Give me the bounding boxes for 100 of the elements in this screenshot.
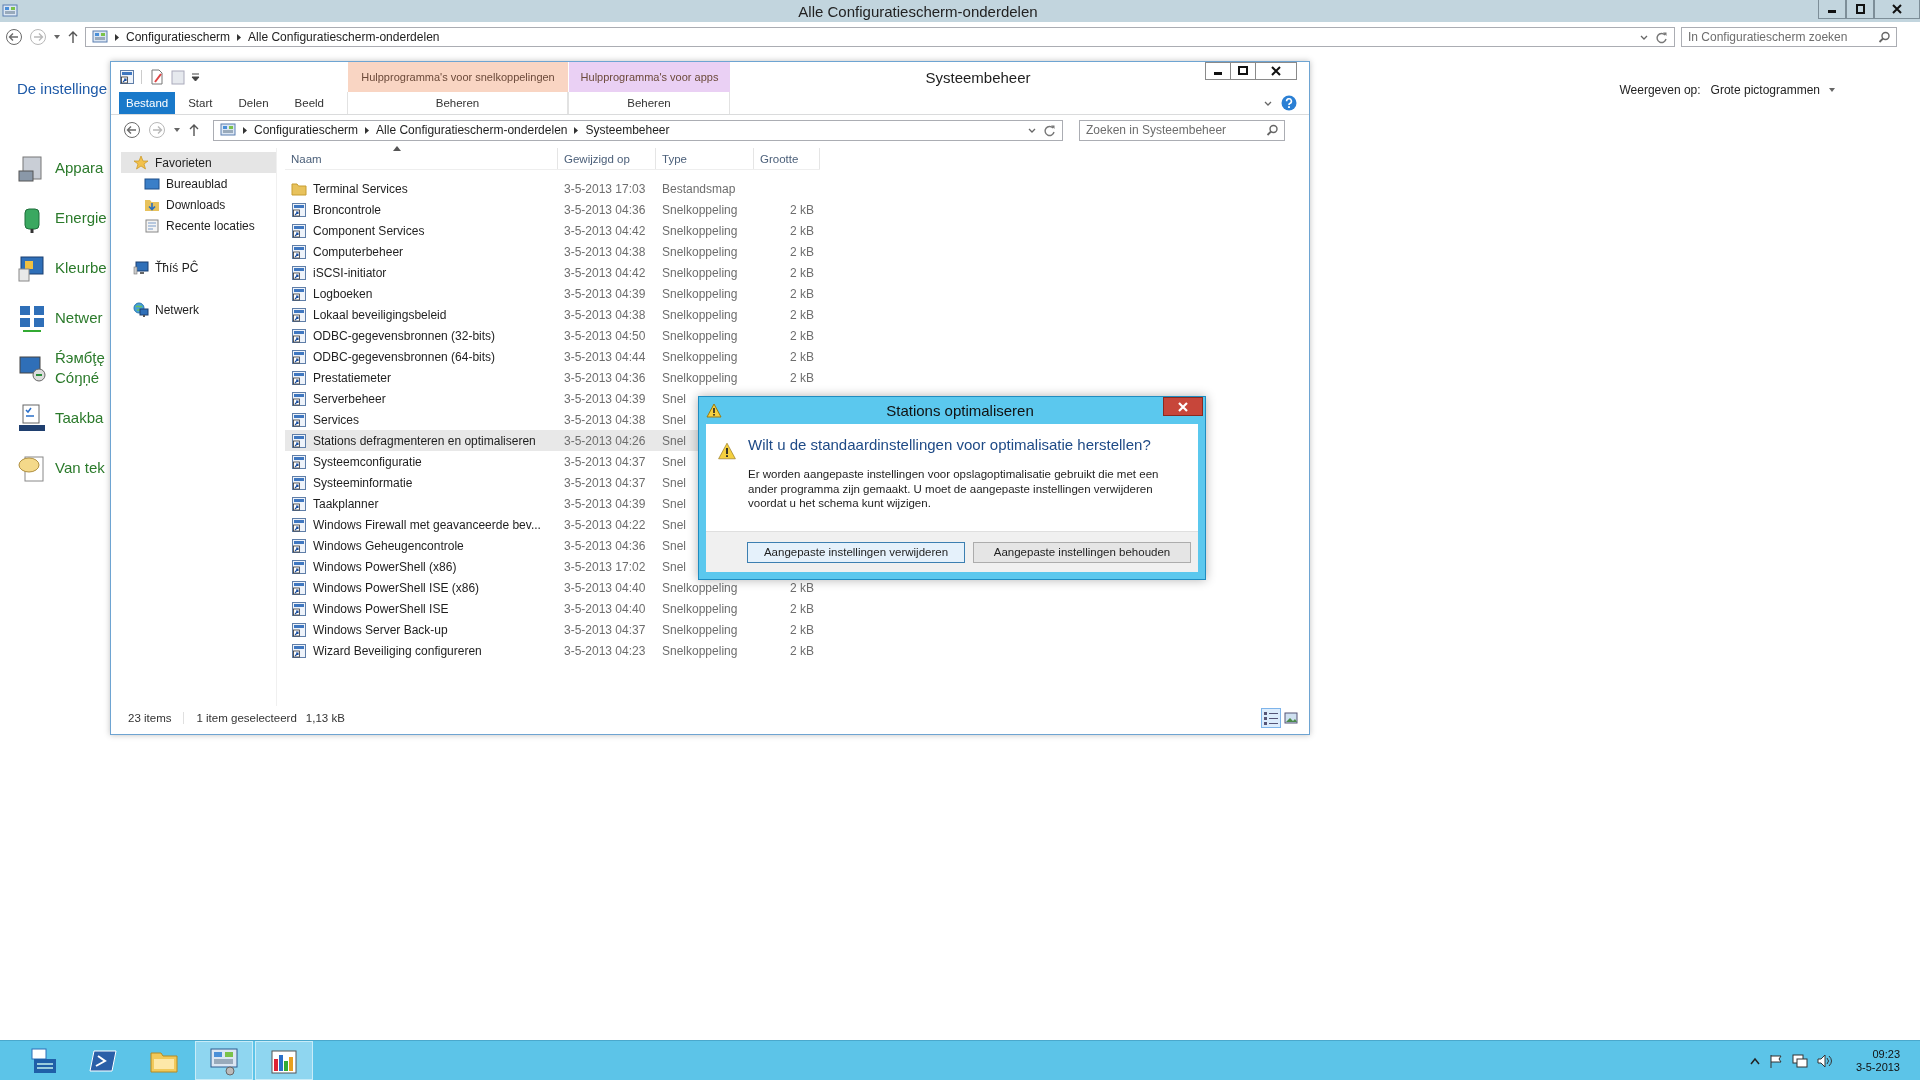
close-icon[interactable]: [1874, 0, 1920, 19]
file-name[interactable]: Windows Firewall met geavanceerde bev...: [285, 516, 558, 533]
file-name[interactable]: Windows PowerShell (x86): [285, 558, 558, 575]
nav-item[interactable]: Netwerk: [121, 299, 276, 320]
minimize-icon[interactable]: [1205, 62, 1231, 80]
nav-item[interactable]: Downloads: [121, 194, 276, 215]
refresh-icon[interactable]: [1043, 123, 1056, 137]
flag-icon[interactable]: [1768, 1053, 1783, 1068]
breadcrumb-arrow-icon[interactable]: [364, 125, 371, 135]
file-name[interactable]: Windows Server Back-up: [285, 621, 558, 638]
applet-link[interactable]: Appara: [55, 158, 105, 178]
applet-link[interactable]: Van tek: [55, 458, 105, 478]
column-header[interactable]: Type: [656, 148, 754, 169]
address-bar[interactable]: Configuratiescherm Alle Configuratiescherm-onderdelen: [85, 27, 1675, 47]
window-title: Alle Configuratiescherm-onderdelen: [797, 2, 1039, 20]
file-tab[interactable]: Bestand: [119, 92, 176, 114]
close-icon[interactable]: [1255, 62, 1297, 80]
clock[interactable]: 09:23 3-5-2013: [1855, 1047, 1900, 1074]
refresh-icon[interactable]: [1655, 30, 1668, 44]
restore-icon[interactable]: [1846, 0, 1874, 19]
taskbar-button[interactable]: [195, 1041, 253, 1080]
breadcrumb-item[interactable]: Alle Configuratiescherm-onderdelen: [376, 123, 568, 137]
breadcrumb-item[interactable]: Alle Configuratiescherm-onderdelen: [248, 30, 440, 44]
ribbon-tab[interactable]: Beheren: [347, 92, 568, 114]
new-document-icon[interactable]: [149, 69, 165, 85]
search-field[interactable]: In Configuratiescherm zoeken: [1681, 27, 1897, 47]
recent-pages-icon[interactable]: [173, 126, 181, 134]
speaker-icon[interactable]: [1816, 1053, 1833, 1068]
back-icon[interactable]: [123, 121, 141, 139]
file-name[interactable]: Stations defragmenteren en optimaliseren: [285, 432, 558, 449]
table-cell-text: 3-5-2013 04:40: [563, 580, 646, 595]
network-icon[interactable]: [1791, 1053, 1808, 1068]
file-name[interactable]: Systeemconfiguratie: [285, 453, 558, 470]
column-header[interactable]: Gewijzigd op: [558, 148, 656, 169]
customize-toolbar-icon[interactable]: [191, 72, 200, 82]
view-button[interactable]: [1261, 708, 1281, 728]
file-name[interactable]: iSCSI-initiator: [285, 264, 558, 281]
file-name[interactable]: Windows PowerShell ISE (x86): [285, 579, 558, 596]
help-icon[interactable]: [1281, 95, 1297, 111]
applet-link[interactable]: Energie: [55, 208, 105, 228]
applet-link[interactable]: Taakba: [55, 408, 105, 428]
minimize-icon[interactable]: [1818, 0, 1846, 19]
applet-link[interactable]: Ŕэмбţę Cóŋņé: [55, 348, 105, 388]
view-dropdown[interactable]: Grote pictogrammen: [1710, 83, 1836, 97]
ribbon-tab[interactable]: Beheren: [568, 92, 730, 114]
breadcrumb-arrow-icon[interactable]: [573, 125, 580, 135]
file-name[interactable]: Systeeminformatie: [285, 474, 558, 491]
applet-link[interactable]: Kleurbe: [55, 258, 105, 278]
file-name[interactable]: Prestatiemeter: [285, 369, 558, 386]
back-icon[interactable]: [5, 28, 23, 46]
chevron-up-icon[interactable]: [1749, 1056, 1760, 1065]
file-name[interactable]: Logboeken: [285, 285, 558, 302]
ribbon-tab[interactable]: Beeld: [281, 92, 337, 114]
nav-item[interactable]: Recente locaties: [121, 215, 276, 236]
file-name[interactable]: Wizard Beveiliging configureren: [285, 642, 558, 659]
monitor-icon[interactable]: [17, 253, 47, 283]
file-name[interactable]: Windows PowerShell ISE: [285, 600, 558, 617]
up-icon[interactable]: [188, 123, 200, 137]
ribbon-tab[interactable]: Start: [175, 92, 226, 114]
search-field[interactable]: Zoeken in Systeembeheer: [1079, 119, 1285, 141]
breadcrumb-item[interactable]: Configuratiescherm: [254, 123, 359, 137]
nav-item[interactable]: Ťħíś PĈ: [121, 257, 276, 278]
nav-item[interactable]: Favorieten: [121, 152, 276, 173]
file-name[interactable]: Computerbeheer: [285, 243, 558, 260]
close-button[interactable]: [1163, 397, 1203, 416]
file-name[interactable]: Taakplanner: [285, 495, 558, 512]
dialog-button[interactable]: Aangepaste instellingen behouden: [973, 541, 1191, 563]
taskbar-button[interactable]: [255, 1041, 313, 1080]
remote-desktop-icon[interactable]: [17, 353, 47, 383]
file-name[interactable]: Services: [285, 411, 558, 428]
maximize-icon[interactable]: [1230, 62, 1256, 80]
table-cell-text: 2 kB: [789, 202, 815, 217]
recent-pages-icon[interactable]: [53, 33, 61, 41]
breadcrumb-item[interactable]: Systeembeheer: [585, 123, 670, 137]
selected-row[interactable]: Stations defragmenteren en optimaliseren 3-5-2013 04:26 Snel: [285, 430, 698, 451]
applet-link[interactable]: Netwer: [55, 308, 105, 328]
breadcrumb-arrow-icon[interactable]: [236, 32, 243, 42]
breadcrumb-arrow-icon[interactable]: [242, 125, 248, 135]
breadcrumb-arrow-icon[interactable]: [114, 32, 120, 42]
search-icon[interactable]: [1266, 124, 1278, 136]
checklist-icon[interactable]: [17, 403, 47, 433]
address-bar[interactable]: Configuratiescherm Alle Configuratiescherm-onderdelen Systeembeheer: [213, 119, 1063, 141]
file-name[interactable]: Serverbeheer: [285, 390, 558, 407]
file-name[interactable]: Terminal Services: [285, 180, 558, 197]
network-icon[interactable]: [17, 303, 47, 333]
speech-bubble-icon[interactable]: [17, 453, 47, 483]
dialog-button[interactable]: Aangepaste instellingen verwijderen: [747, 541, 965, 563]
breadcrumb-item[interactable]: Configuratiescherm: [126, 30, 231, 44]
search-icon[interactable]: [1878, 31, 1890, 43]
file-name[interactable]: Broncontrole: [285, 201, 558, 218]
column-header[interactable]: Grootte: [754, 148, 820, 169]
file-name[interactable]: Component Services: [285, 222, 558, 239]
up-icon[interactable]: [67, 30, 79, 44]
nav-item[interactable]: Bureaublad: [121, 173, 276, 194]
file-name[interactable]: Windows Geheugencontrole: [285, 537, 558, 554]
properties-icon[interactable]: [119, 69, 135, 85]
file-name[interactable]: ODBC-gegevensbronnen (32-bits): [285, 327, 558, 344]
file-name[interactable]: Lokaal beveiligingsbeleid: [285, 306, 558, 323]
file-name[interactable]: ODBC-gegevensbronnen (64-bits): [285, 348, 558, 365]
ribbon-tab[interactable]: Delen: [225, 92, 282, 114]
